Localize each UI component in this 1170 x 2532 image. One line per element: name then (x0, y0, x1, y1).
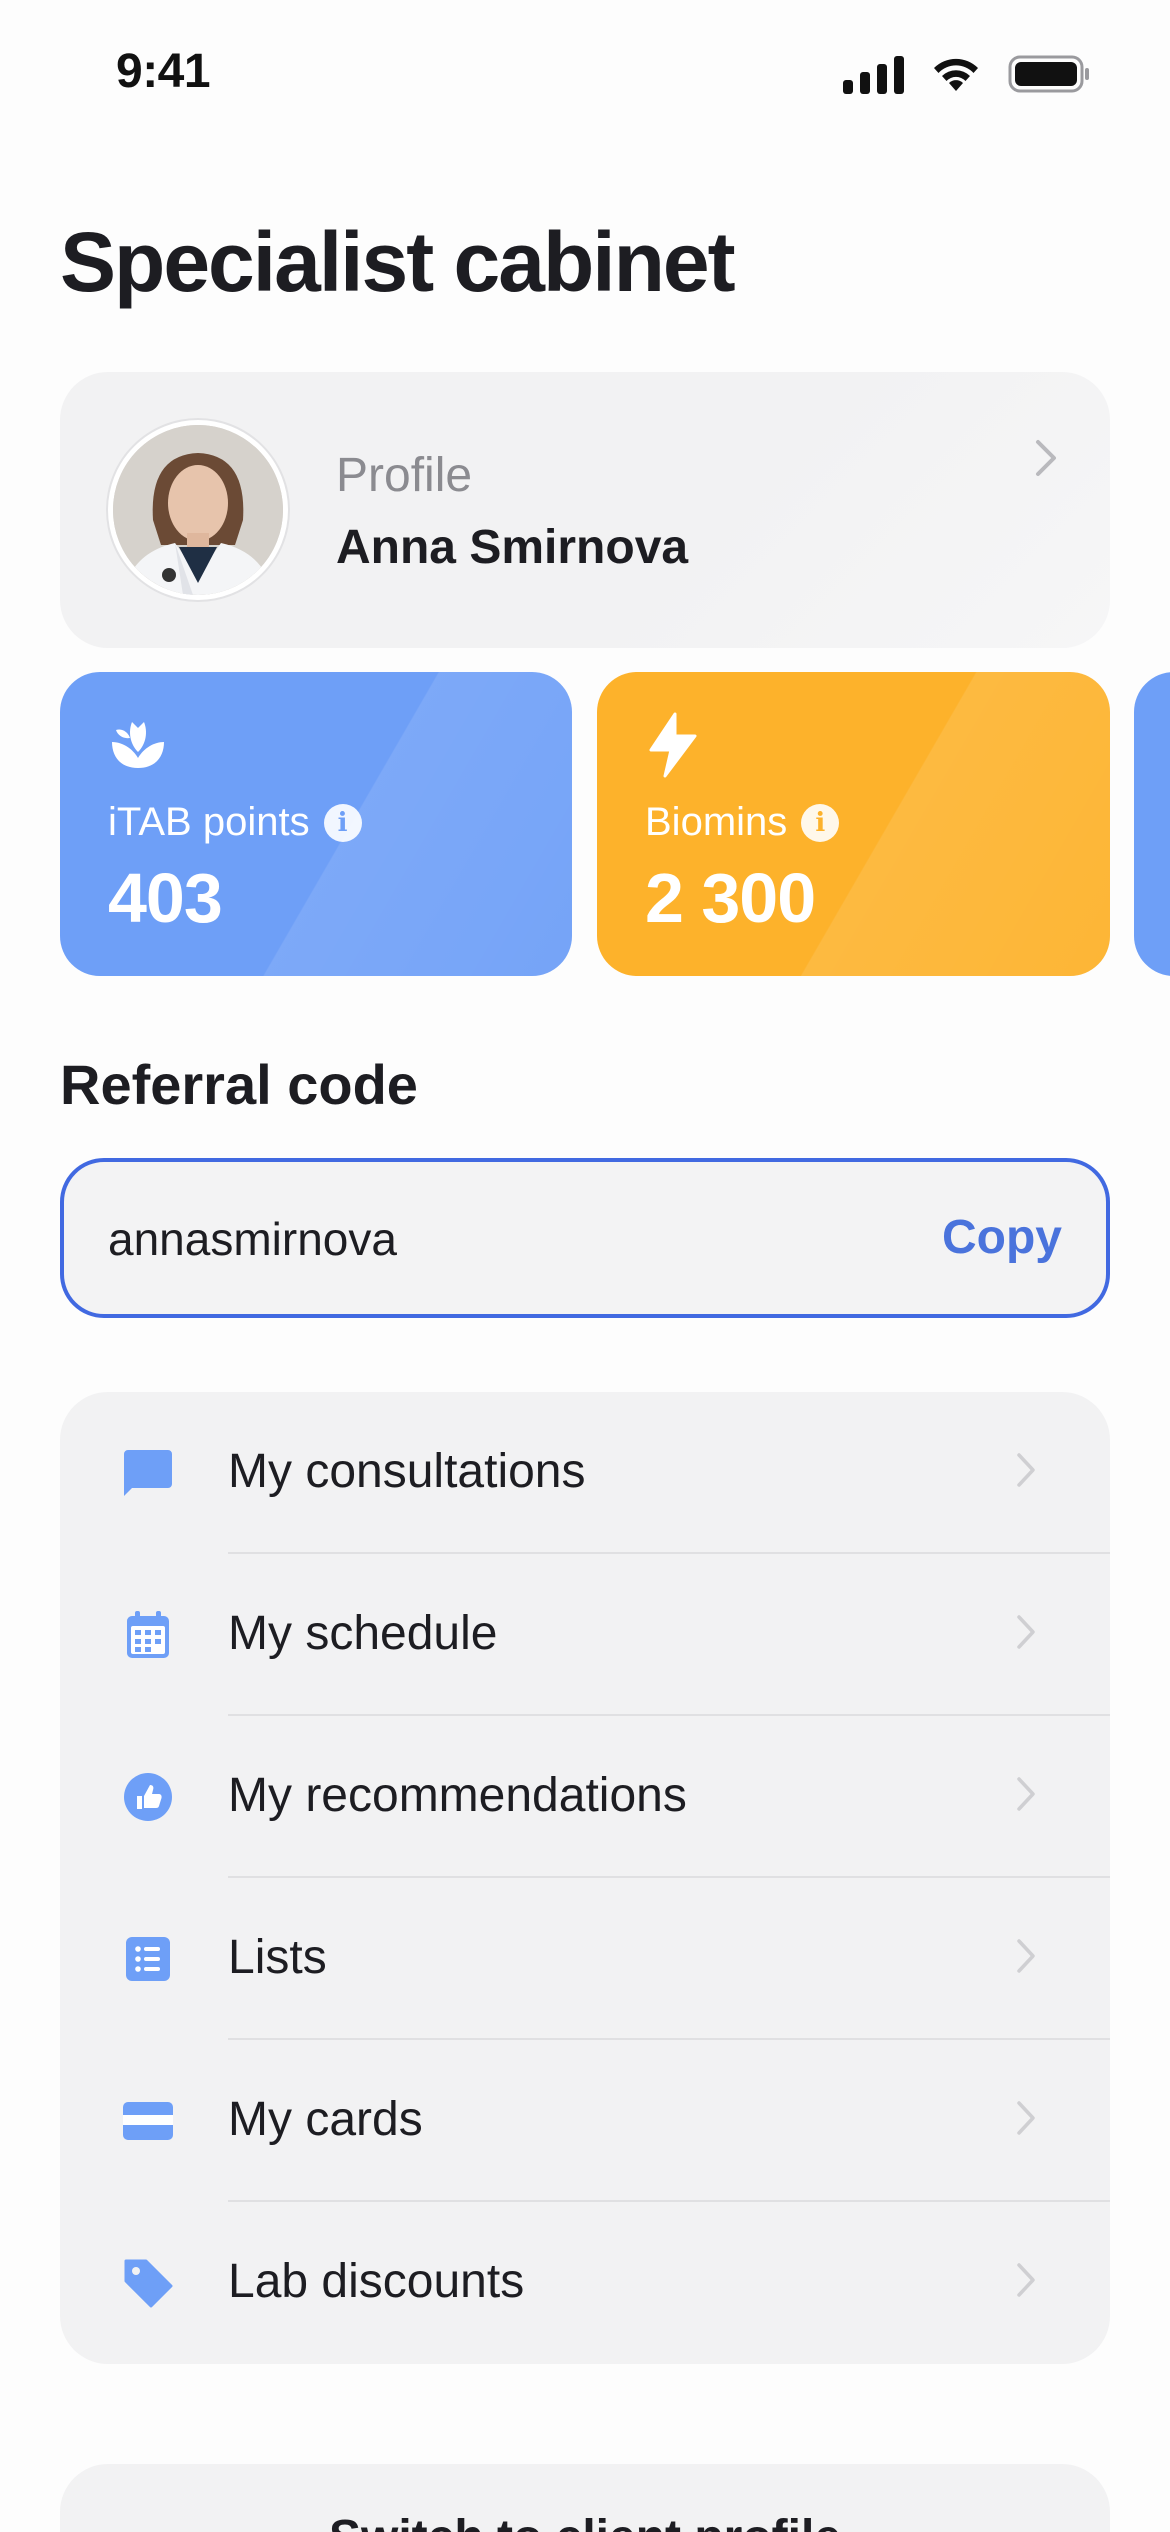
stat-label: Biomins i (645, 800, 840, 845)
tag-icon (122, 2257, 174, 2309)
status-time: 9:41 (116, 45, 211, 98)
calendar-icon (122, 1609, 174, 1661)
referral-code-field[interactable]: annasmirnova Copy (60, 1158, 1110, 1318)
referral-code-value[interactable]: annasmirnova (108, 1212, 397, 1266)
menu-item-label: My cards (228, 2093, 423, 2146)
biomins-card[interactable]: Biomins i 2 300 (597, 672, 1110, 976)
stat-value: 403 (108, 859, 223, 937)
stat-label: iTAB points i (108, 800, 362, 845)
menu-list: My consultations My schedule My recommen… (60, 1392, 1110, 2364)
menu-item-lists[interactable]: Lists (60, 1878, 1110, 2040)
menu-item-label: Lists (228, 1931, 327, 1984)
chevron-right-icon (1016, 1452, 1036, 1493)
chevron-right-icon (1016, 2262, 1036, 2303)
stat-label-text: iTAB points (108, 800, 310, 844)
chevron-right-icon (1016, 1938, 1036, 1979)
switch-profile-label: Switch to client profile (60, 2510, 1110, 2532)
status-bar: 9:41 (0, 0, 1170, 150)
menu-item-schedule[interactable]: My schedule (60, 1554, 1110, 1716)
list-icon (122, 1933, 174, 1985)
profile-name: Anna Smirnova (336, 521, 689, 574)
chevron-right-icon (1016, 1614, 1036, 1655)
battery-icon (1008, 54, 1090, 94)
chat-bubble-icon (122, 1447, 174, 1499)
profile-card[interactable]: Profile Anna Smirnova (60, 372, 1110, 648)
lightning-icon (645, 712, 701, 783)
menu-item-label: Lab discounts (228, 2255, 525, 2308)
chevron-right-icon (1016, 2100, 1036, 2141)
stat-label-text: Biomins (645, 800, 788, 844)
page-title: Specialist cabinet (60, 215, 736, 309)
menu-item-cards[interactable]: My cards (60, 2040, 1110, 2202)
stat-value: 2 300 (645, 859, 816, 937)
info-icon[interactable]: i (801, 803, 840, 842)
cellular-signal-icon (843, 54, 904, 94)
switch-profile-button[interactable]: Switch to client profile (60, 2464, 1110, 2532)
copy-button[interactable]: Copy (942, 1210, 1062, 1265)
chevron-right-icon (1034, 438, 1058, 483)
menu-item-label: My consultations (228, 1445, 586, 1498)
info-icon[interactable]: i (323, 803, 362, 842)
profile-caption: Profile (336, 449, 473, 502)
itab-points-card[interactable]: iTAB points i 403 (60, 672, 572, 976)
thumbs-up-icon (122, 1771, 174, 1823)
status-icons (843, 54, 1090, 94)
menu-item-consultations[interactable]: My consultations (60, 1392, 1110, 1554)
referral-section-title: Referral code (60, 1053, 418, 1116)
itab-leaf-icon (108, 712, 168, 775)
avatar (108, 420, 288, 600)
menu-item-label: My recommendations (228, 1769, 687, 1822)
menu-item-lab-discounts[interactable]: Lab discounts (60, 2202, 1110, 2364)
chevron-right-icon (1016, 1776, 1036, 1817)
wifi-icon (930, 55, 982, 93)
credit-card-icon (122, 2095, 174, 2147)
menu-item-label: My schedule (228, 1607, 498, 1660)
next-stat-card-peek[interactable] (1134, 672, 1170, 976)
menu-item-recommendations[interactable]: My recommendations (60, 1716, 1110, 1878)
